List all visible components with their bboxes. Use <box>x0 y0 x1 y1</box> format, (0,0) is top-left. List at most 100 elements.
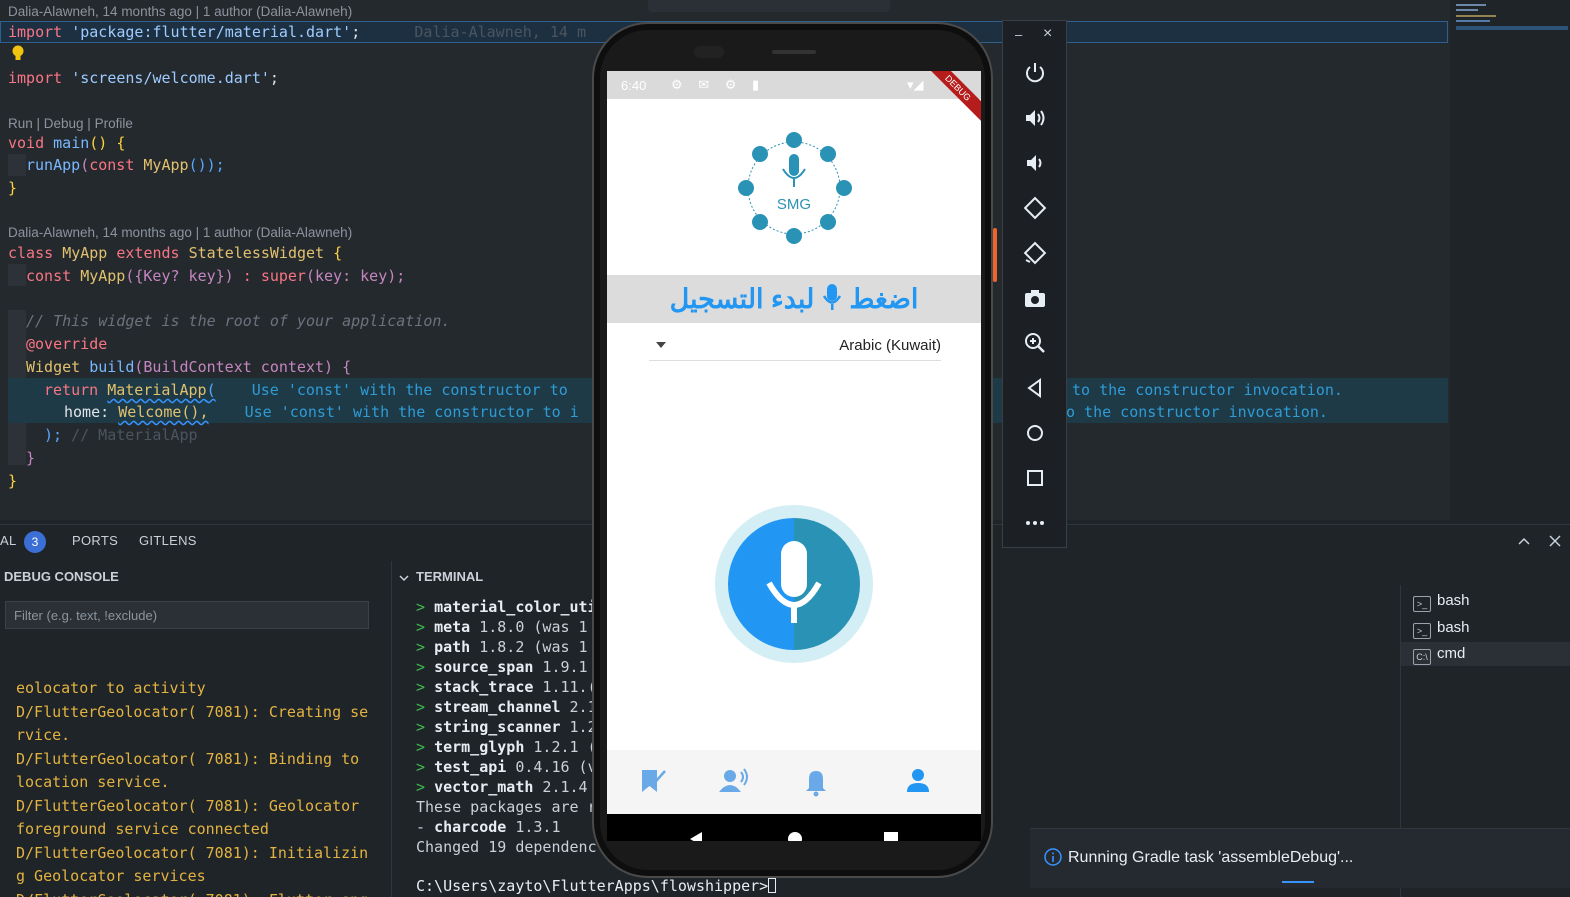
code-line-class[interactable]: class MyApp extends StatelessWidget { <box>8 242 342 264</box>
back-icon[interactable] <box>687 830 705 841</box>
lightbulb-icon[interactable] <box>11 45 25 67</box>
terminal-line: > vector_math 2.1.4 <box>416 777 597 797</box>
code-line-close-main[interactable]: } <box>8 177 17 199</box>
terminal-title[interactable]: TERMINAL <box>416 569 483 584</box>
code-line-ctor[interactable]: const MyApp({Key? key}) : super(key: key… <box>26 265 405 287</box>
overview-icon[interactable] <box>882 830 900 841</box>
more-icon[interactable] <box>1022 510 1048 536</box>
debug-console-title[interactable]: DEBUG CONSOLE <box>4 569 119 584</box>
super-args: (key: key); <box>305 267 406 285</box>
package-version: 1.2.1 ( <box>524 738 597 756</box>
code-line-home[interactable]: home: Welcome(), Use 'const' with the co… <box>64 401 579 423</box>
terminal-session-item[interactable]: C:\ cmd <box>1401 642 1570 666</box>
arrow: > <box>416 758 426 776</box>
home-icon[interactable] <box>1022 420 1048 446</box>
debug-log-line: D/FlutterGeolocator( 7081): Geolocator <box>16 796 360 815</box>
volume-up-icon[interactable] <box>1022 105 1048 131</box>
package-name: path <box>434 638 471 656</box>
lint-hint-tail: to the constructor invocation. <box>1072 381 1343 399</box>
camera-icon[interactable] <box>1022 285 1048 311</box>
terminal-line: Changed 19 dependenc <box>416 837 597 857</box>
power-icon[interactable] <box>1022 60 1048 86</box>
code-annotation[interactable]: @override <box>26 333 107 355</box>
package-version: 1.9.1 <box>533 658 588 676</box>
package-version: 1.11.( <box>533 678 597 696</box>
class-name: MaterialApp <box>107 381 207 399</box>
home-icon[interactable] <box>786 830 804 841</box>
code-line-close-material[interactable]: ); // MaterialApp <box>44 424 198 446</box>
arrow: > <box>416 658 426 676</box>
code-line-main[interactable]: void main() { <box>8 132 125 154</box>
type: Widget <box>26 358 81 376</box>
minimap[interactable] <box>1452 0 1570 60</box>
debug-filter-input[interactable] <box>5 601 369 629</box>
code-line-3[interactable]: import 'screens/welcome.dart'; <box>8 67 279 89</box>
tab-gitlens[interactable]: GITLENS <box>139 533 197 548</box>
progress-notification[interactable]: Running Gradle task 'assembleDebug'... <box>1030 828 1570 888</box>
terminal-line: > string_scanner 1.2 <box>416 717 597 737</box>
nav-voice-user-icon[interactable] <box>717 764 751 798</box>
terminal-line: > material_color_uti <box>416 597 597 617</box>
brace: { <box>116 134 126 152</box>
terminal-line: These packages are r <box>416 797 597 817</box>
code-comment[interactable]: // This widget is the root of your appli… <box>26 310 450 332</box>
terminal-text: - <box>416 818 435 836</box>
code-line-1[interactable]: import 'package:flutter/material.dart'; … <box>8 21 586 43</box>
back-icon[interactable] <box>1022 375 1048 401</box>
language-dropdown[interactable]: Arabic (Kuwait) <box>649 333 941 361</box>
code-line-runapp[interactable]: runApp(const MyApp()); <box>26 154 225 176</box>
zoom-icon[interactable] <box>1022 330 1048 356</box>
cursor <box>768 878 777 893</box>
bottom-navigation <box>607 750 981 814</box>
arrow: > <box>416 778 426 796</box>
blame-annotation: Dalia-Alawneh, 14 months ago | 1 author … <box>8 225 353 240</box>
terminal-icon: >_ <box>1413 622 1431 639</box>
tab-badge: 3 <box>24 531 46 553</box>
terminal-line: - charcode 1.3.1 <box>416 817 597 837</box>
debug-log-line: D/FlutterGeolocator( 7081): Initializin <box>16 843 369 862</box>
maximize-panel-icon[interactable] <box>1516 533 1532 554</box>
rotate-left-icon[interactable] <box>1022 195 1048 221</box>
chevron-down-icon[interactable] <box>398 571 410 589</box>
string: 'screens/welcome.dart' <box>71 69 270 87</box>
debug-log-line: rvice. <box>16 726 71 744</box>
terminal-line: > path 1.8.2 (was 1 <box>416 637 597 657</box>
code-line-close-build[interactable]: } <box>26 447 35 469</box>
overview-icon[interactable] <box>1022 465 1048 491</box>
arrow: > <box>416 678 426 696</box>
tab-terminal[interactable]: AL <box>0 533 17 548</box>
terminal-text: These packages are r <box>416 798 597 816</box>
record-instruction-banner[interactable]: اضغط لبدء التسجيل <box>607 275 981 323</box>
code-line-close-class[interactable]: } <box>8 470 17 492</box>
package-name: source_span <box>434 658 534 676</box>
volume-down-icon[interactable] <box>1022 150 1048 176</box>
terminal-session-item[interactable]: >_ bash <box>1413 616 1470 640</box>
nav-bell-icon[interactable] <box>799 764 833 798</box>
tab-ports[interactable]: PORTS <box>72 533 118 548</box>
package-version: 2.1.4 <box>533 778 588 796</box>
debug-log-line: D/FlutterGeolocator( 7081): Binding to <box>16 749 360 768</box>
wifi-icon: ▾◢ <box>907 77 924 92</box>
paren-close: ); <box>44 426 63 444</box>
package-name: term_glyph <box>434 738 525 756</box>
keyword: return <box>44 381 99 399</box>
arrow: > <box>416 598 426 616</box>
terminal-prompt[interactable]: C:\Users\zayto\FlutterApps\flowshipper> <box>416 877 777 895</box>
lint-hint: Use 'const' with the constructor to <box>251 381 568 399</box>
nav-saved-icon[interactable] <box>635 764 669 798</box>
keyword: void <box>8 134 45 152</box>
terminal-session-item[interactable]: >_ bash <box>1413 589 1470 613</box>
blame-annotation: Dalia-Alawneh, 14 months ago | 1 author … <box>8 4 353 19</box>
debug-toolbar[interactable] <box>648 0 890 12</box>
code-line-build[interactable]: Widget build(BuildContext context) { <box>26 356 351 378</box>
nav-profile-icon[interactable] <box>901 764 935 798</box>
keyword: extends <box>116 244 180 262</box>
rotate-right-icon[interactable] <box>1022 240 1048 266</box>
close-panel-icon[interactable] <box>1547 533 1563 554</box>
code-line-return[interactable]: return MaterialApp( Use 'const' with the… <box>44 379 568 401</box>
minimize-button[interactable]: – <box>1015 27 1022 42</box>
record-button[interactable] <box>715 505 873 663</box>
terminal-text: Changed 19 dependenc <box>416 838 597 856</box>
phone-screen[interactable]: 6:40 ⚙ ✉ ⚙ ▮ ▾◢ DEBUG SMG اضغط لبدء التس… <box>607 71 981 841</box>
close-button[interactable]: × <box>1043 25 1052 43</box>
